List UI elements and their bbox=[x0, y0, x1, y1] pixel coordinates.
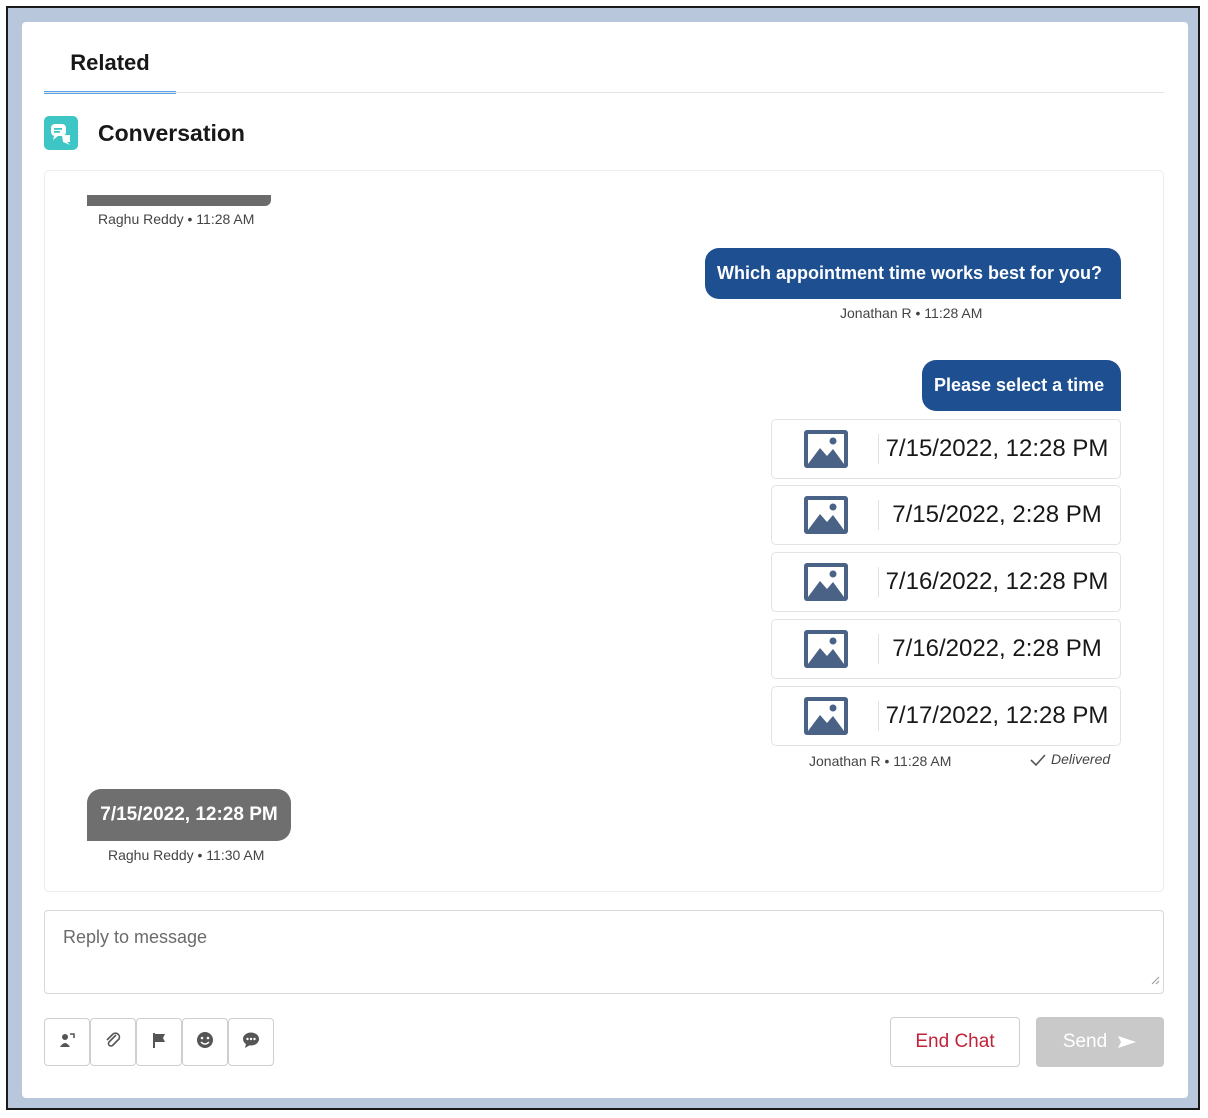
checkmark-icon bbox=[1029, 751, 1051, 767]
image-icon bbox=[804, 697, 848, 735]
end-chat-button[interactable]: End Chat bbox=[890, 1017, 1020, 1067]
outgoing-message: Which appointment time works best for yo… bbox=[705, 248, 1121, 299]
composer-toolbar bbox=[44, 1018, 274, 1066]
send-button[interactable]: Send bbox=[1036, 1017, 1164, 1067]
emoji-button[interactable] bbox=[182, 1018, 228, 1066]
reply-input[interactable]: Reply to message bbox=[44, 910, 1164, 994]
transfer-icon bbox=[57, 1030, 77, 1055]
resize-grip-icon[interactable] bbox=[1150, 972, 1160, 990]
quick-text-icon bbox=[241, 1030, 261, 1055]
attach-button[interactable] bbox=[90, 1018, 136, 1066]
image-icon bbox=[804, 496, 848, 534]
option-separator bbox=[878, 701, 879, 731]
emoji-icon bbox=[195, 1030, 215, 1055]
time-option[interactable]: 7/15/2022, 12:28 PM bbox=[771, 419, 1121, 479]
time-option[interactable]: 7/16/2022, 12:28 PM bbox=[771, 552, 1121, 612]
quick-text-button[interactable] bbox=[228, 1018, 274, 1066]
delivery-status: Delivered bbox=[1029, 751, 1110, 767]
image-icon bbox=[804, 430, 848, 468]
message-meta: Raghu Reddy • 11:28 AM bbox=[98, 211, 255, 227]
delivery-status-label: Delivered bbox=[1051, 751, 1111, 767]
message-meta: Jonathan R • 11:28 AM bbox=[809, 753, 952, 769]
attachment-icon bbox=[103, 1030, 123, 1055]
reply-placeholder: Reply to message bbox=[63, 927, 208, 947]
option-separator bbox=[878, 434, 879, 464]
time-option[interactable]: 7/15/2022, 2:28 PM bbox=[771, 485, 1121, 545]
option-separator bbox=[878, 567, 879, 597]
option-label: 7/16/2022, 12:28 PM bbox=[885, 568, 1109, 595]
send-arrow-icon bbox=[1107, 1031, 1137, 1052]
tab-divider bbox=[44, 92, 1164, 93]
tab-related[interactable]: Related bbox=[44, 38, 176, 94]
time-option[interactable]: 7/17/2022, 12:28 PM bbox=[771, 686, 1121, 746]
image-icon bbox=[804, 563, 848, 601]
option-separator bbox=[878, 634, 879, 664]
incoming-message: 7/15/2022, 12:28 PM bbox=[87, 789, 291, 841]
message-meta: Jonathan R • 11:28 AM bbox=[840, 305, 983, 321]
message-meta: Raghu Reddy • 11:30 AM bbox=[108, 847, 265, 863]
truncated-incoming-message bbox=[87, 195, 271, 206]
option-separator bbox=[878, 500, 879, 530]
option-label: 7/17/2022, 12:28 PM bbox=[885, 702, 1109, 729]
chat-bubbles-icon bbox=[44, 116, 78, 150]
flag-icon bbox=[149, 1030, 169, 1055]
option-label: 7/16/2022, 2:28 PM bbox=[892, 635, 1102, 662]
image-icon bbox=[804, 630, 848, 668]
option-label: 7/15/2022, 12:28 PM bbox=[885, 435, 1109, 462]
window-frame: Related Conversation Raghu Reddy • 11:28… bbox=[6, 6, 1200, 1110]
send-label: Send bbox=[1062, 1031, 1108, 1052]
time-option[interactable]: 7/16/2022, 2:28 PM bbox=[771, 619, 1121, 679]
flag-button[interactable] bbox=[136, 1018, 182, 1066]
conversation-area[interactable]: Raghu Reddy • 11:28 AM Which appointment… bbox=[44, 170, 1164, 892]
outgoing-message: Please select a time bbox=[922, 360, 1121, 411]
transfer-button[interactable] bbox=[44, 1018, 90, 1066]
conversation-title: Conversation bbox=[98, 120, 245, 146]
related-panel: Related Conversation Raghu Reddy • 11:28… bbox=[22, 22, 1188, 1098]
option-label: 7/15/2022, 2:28 PM bbox=[892, 501, 1102, 528]
